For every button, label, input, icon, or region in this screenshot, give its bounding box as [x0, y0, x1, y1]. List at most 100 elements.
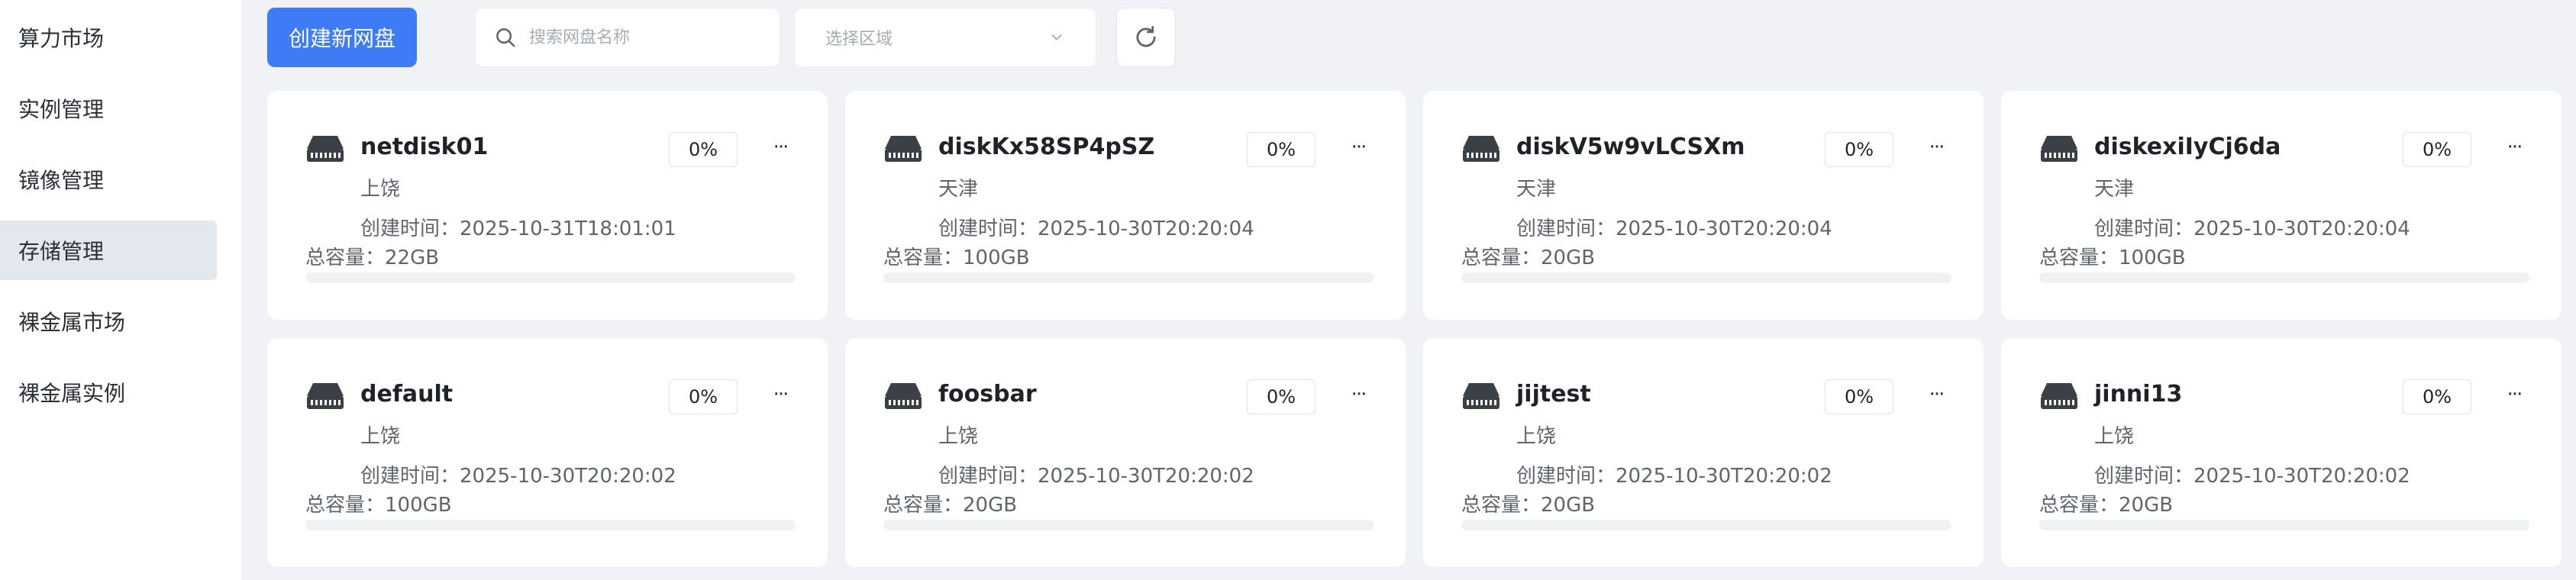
- created-time-value: 2025-10-30T20:20:02: [1616, 465, 1832, 488]
- capacity-value: 20GB: [1541, 246, 1596, 269]
- disk-name: diskKx58SP4pSZ: [938, 134, 1155, 160]
- more-options-button[interactable]: ···: [763, 130, 797, 164]
- usage-progress-bar: [883, 520, 1374, 530]
- sidebar-item-images[interactable]: 镜像管理: [0, 150, 217, 209]
- usage-progress-bar: [305, 520, 796, 530]
- created-time: 创建时间：2025-10-31T18:01:01: [360, 213, 676, 241]
- created-time-value: 2025-10-30T20:20:02: [1038, 465, 1254, 488]
- disk-name: default: [360, 381, 454, 408]
- usage-percent: 0%: [669, 132, 738, 167]
- hard-disk-icon: [2039, 134, 2079, 164]
- usage-progress-bar: [1461, 520, 1951, 530]
- usage-percent: 0%: [2403, 132, 2471, 167]
- created-time-label: 创建时间：: [360, 465, 460, 488]
- disk-card[interactable]: netdisk01 0% ··· 上饶创建时间：2025-10-31T18:01:01…: [267, 91, 828, 320]
- disk-card[interactable]: jijtest 0% ··· 上饶创建时间：2025-10-30T20:20:02 总容…: [1423, 338, 1984, 567]
- capacity-label: 总容量：: [883, 246, 964, 269]
- total-capacity: 总容量：100GB: [2039, 242, 2186, 270]
- sidebar-item-baremetal-market[interactable]: 裸金属市场: [0, 292, 217, 351]
- disk-region: 上饶: [1516, 425, 1557, 448]
- disk-region: 天津: [1516, 178, 1557, 201]
- created-time-label: 创建时间：: [938, 465, 1038, 488]
- capacity-label: 总容量：: [305, 246, 386, 269]
- disk-region: 上饶: [2094, 425, 2135, 448]
- more-options-button[interactable]: ···: [763, 378, 797, 411]
- usage-progress-bar: [1461, 272, 1951, 283]
- disk-card[interactable]: diskexiIyCj6da 0% ··· 天津 创建时间：2025-10-30T20:…: [2001, 91, 2561, 320]
- capacity-label: 总容量：: [305, 494, 386, 517]
- disk-card[interactable]: default 0% ··· 上饶 创建时间：2025-10-30T20:20:02 总容…: [267, 338, 828, 567]
- capacity-label: 总容量：: [1461, 494, 1541, 517]
- capacity-label: 总容量：: [2039, 246, 2119, 269]
- disk-card[interactable]: foosbar 0% ··· 上饶 创建时间：2025-10-30T20:20:02 总容…: [845, 338, 1406, 567]
- more-options-button[interactable]: ···: [2497, 378, 2531, 411]
- disk-region: 天津: [938, 178, 979, 201]
- hard-disk-icon: [1461, 381, 1501, 411]
- usage-percent: 0%: [1825, 379, 1893, 414]
- total-capacity: 总容量：20GB: [1461, 242, 1595, 270]
- disk-name: netdisk01: [360, 134, 489, 160]
- disk-name: jijtest: [1516, 381, 1591, 408]
- usage-percent: 0%: [2403, 379, 2471, 414]
- total-capacity: 总容量：100GB: [305, 489, 452, 517]
- created-time: 创建时间：2025-10-30T20:20:04: [938, 213, 1254, 241]
- created-time: 创建时间：2025-10-30T20:20:02: [1516, 460, 1832, 488]
- sidebar-item-baremetal-instances[interactable]: 裸金属实例: [0, 362, 217, 422]
- created-time-label: 创建时间：: [2094, 218, 2194, 240]
- created-time-value: 2025-10-30T20:20:02: [460, 465, 676, 488]
- search-icon: [496, 28, 515, 47]
- disk-name: diskV5w9vLCSXm: [1516, 134, 1745, 160]
- capacity-value: 20GB: [1541, 494, 1596, 517]
- more-options-button[interactable]: ···: [1341, 130, 1375, 164]
- created-time-value: 2025-10-30T20:20:04: [1616, 218, 1832, 240]
- disk-name: foosbar: [938, 381, 1037, 408]
- sidebar-item-storage[interactable]: 存储管理: [0, 221, 217, 280]
- capacity-label: 总容量：: [1461, 246, 1541, 269]
- more-options-button[interactable]: ···: [2497, 130, 2531, 164]
- created-time: 创建时间：2025-10-30T20:20:02: [2094, 460, 2410, 488]
- disk-card[interactable]: diskV5w9vLCSXm 0% ··· 天津创建时间：2025-10-30T20:…: [1423, 91, 1984, 320]
- usage-percent: 0%: [1825, 132, 1893, 167]
- hard-disk-icon: [883, 134, 923, 164]
- sidebar-item-compute-market[interactable]: 算力市场: [0, 8, 217, 67]
- usage-progress-bar: [2039, 520, 2529, 530]
- disk-name: jinni13: [2094, 381, 2183, 408]
- search-input[interactable]: [529, 27, 758, 47]
- created-time: 创建时间：2025-10-30T20:20:04: [2094, 213, 2410, 241]
- region-select[interactable]: 选择区域: [794, 8, 1096, 67]
- sidebar-item-instances[interactable]: 实例管理: [0, 79, 217, 138]
- hard-disk-icon: [1461, 134, 1501, 164]
- created-time-value: 2025-10-31T18:01:01: [460, 218, 676, 240]
- capacity-label: 总容量：: [883, 494, 964, 517]
- refresh-button[interactable]: [1116, 8, 1176, 67]
- more-options-button[interactable]: ···: [1919, 378, 1953, 411]
- created-time-label: 创建时间：: [360, 218, 460, 240]
- capacity-value: 100GB: [385, 494, 452, 517]
- disk-card[interactable]: jinni13 0% ··· 上饶 创建时间：2025-10-30T20:20:02 总容…: [2001, 338, 2561, 567]
- disk-region: 上饶: [360, 178, 401, 201]
- usage-progress-bar: [305, 272, 796, 283]
- capacity-value: 100GB: [963, 246, 1030, 269]
- refresh-icon: [1136, 26, 1156, 47]
- disk-region: 上饶: [938, 425, 979, 448]
- hard-disk-icon: [305, 134, 345, 164]
- more-options-button[interactable]: ···: [1341, 378, 1375, 411]
- capacity-value: 22GB: [385, 246, 440, 269]
- create-disk-button[interactable]: 创建新网盘: [267, 8, 417, 67]
- created-time-value: 2025-10-30T20:20:04: [1038, 218, 1254, 240]
- created-time-value: 2025-10-30T20:20:02: [2193, 465, 2410, 488]
- usage-progress-bar: [883, 272, 1374, 283]
- created-time: 创建时间：2025-10-30T20:20:02: [938, 460, 1254, 488]
- disk-card[interactable]: diskKx58SP4pSZ 0% ··· 天津 创建时间：2025-10-30T20:…: [845, 91, 1406, 320]
- total-capacity: 总容量：100GB: [883, 242, 1030, 270]
- hard-disk-icon: [305, 381, 345, 411]
- created-time-label: 创建时间：: [938, 218, 1038, 240]
- created-time-label: 创建时间：: [1516, 218, 1616, 240]
- hard-disk-icon: [2039, 381, 2079, 411]
- capacity-label: 总容量：: [2039, 494, 2119, 517]
- capacity-value: 20GB: [2119, 494, 2174, 517]
- sidebar: 算力市场 实例管理 镜像管理 存储管理 裸金属市场 裸金属实例: [0, 0, 241, 580]
- hard-disk-icon: [883, 381, 923, 411]
- more-options-button[interactable]: ···: [1919, 130, 1953, 164]
- total-capacity: 总容量：20GB: [2039, 489, 2173, 517]
